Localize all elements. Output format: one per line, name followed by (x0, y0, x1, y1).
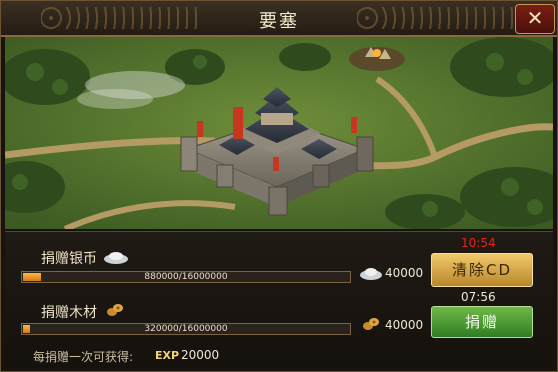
silver-cost-icon (360, 268, 382, 280)
donation-panel: 捐赠银币 880000/16000000 40000 10:54 清除CD 捐赠… (5, 231, 553, 368)
exp-tag: EXP (155, 349, 180, 362)
wood-log-icon (107, 304, 123, 316)
wood-progress-text: 320000/16000000 (144, 324, 228, 334)
title-bar: 要塞 ✕ (1, 1, 557, 37)
clear-cd-button[interactable]: 清除CD (431, 253, 533, 287)
donate-timer: 07:56 (461, 290, 496, 304)
silver-progress-text: 880000/16000000 (144, 272, 228, 282)
reward-prefix: 每捐赠一次可获得: (33, 350, 134, 364)
fortress-map-art (5, 37, 553, 229)
silver-progress-bar: 880000/16000000 (21, 271, 351, 283)
wood-cost-value: 40000 (385, 318, 424, 332)
donate-wood-label: 捐赠木材 (41, 305, 97, 321)
wood-cost-icon (363, 318, 379, 330)
close-button[interactable]: ✕ (515, 4, 555, 34)
donate-button[interactable]: 捐赠 (431, 306, 533, 338)
exp-value: 20000 (181, 348, 220, 362)
silver-ingot-icon (104, 252, 128, 264)
window-title: 要塞 (259, 11, 299, 32)
cooldown-timer: 10:54 (461, 236, 496, 250)
donate-silver-label: 捐赠银币 (41, 251, 97, 267)
wood-progress-bar: 320000/16000000 (21, 323, 351, 335)
fortress-window: 要塞 ✕ 捐赠银币 880000/16000000 40000 10:54 清除… (0, 0, 558, 372)
fortress-scene (5, 37, 553, 229)
silver-cost-value: 40000 (385, 266, 424, 280)
